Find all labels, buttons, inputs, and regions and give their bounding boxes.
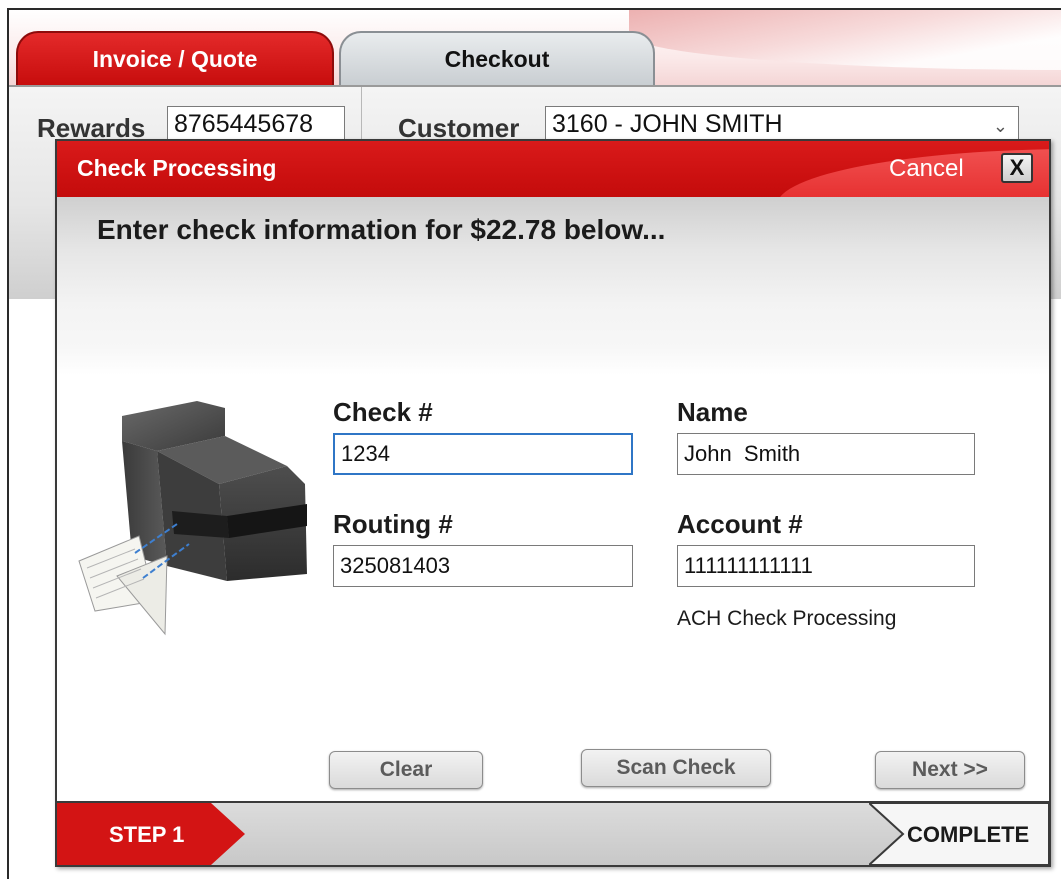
cancel-link[interactable]: Cancel (889, 155, 964, 183)
customer-select-value: 3160 - JOHN SMITH (552, 110, 783, 138)
processing-method-note: ACH Check Processing (677, 607, 897, 630)
dialog-title: Check Processing (77, 155, 277, 181)
dialog-title-bar: Check Processing Cancel X (57, 141, 1049, 197)
clear-button[interactable]: Clear (329, 751, 483, 789)
routing-number-label: Routing # (333, 509, 453, 539)
name-label: Name (677, 397, 748, 427)
instruction-text: Enter check information for $22.78 below… (97, 214, 666, 245)
check-number-label: Check # (333, 397, 433, 427)
tab-invoice-quote[interactable]: Invoice / Quote (16, 31, 334, 85)
toolbar-divider (361, 87, 362, 147)
step-progress-bar: STEP 1 COMPLETE (57, 801, 1049, 865)
check-scanner-icon (78, 401, 307, 636)
account-number-input[interactable] (677, 545, 975, 587)
customer-select[interactable]: 3160 - JOHN SMITH ⌄ (545, 106, 1019, 142)
close-icon: X (1009, 155, 1025, 180)
close-button[interactable]: X (1001, 153, 1033, 183)
step-1-label: STEP 1 (109, 822, 185, 847)
account-number-label: Account # (677, 509, 803, 539)
tab-checkout[interactable]: Checkout (339, 31, 655, 85)
chevron-down-icon: ⌄ (992, 116, 1008, 136)
rewards-field[interactable]: 8765445678 (167, 106, 345, 142)
next-button[interactable]: Next >> (875, 751, 1025, 789)
check-number-input[interactable] (333, 433, 633, 475)
scan-check-button[interactable]: Scan Check (581, 749, 771, 787)
routing-number-input[interactable] (333, 545, 633, 587)
check-processing-dialog: Check Processing Cancel X Enter check in… (55, 139, 1051, 867)
name-input[interactable] (677, 433, 975, 475)
complete-step-label: COMPLETE (907, 822, 1030, 847)
